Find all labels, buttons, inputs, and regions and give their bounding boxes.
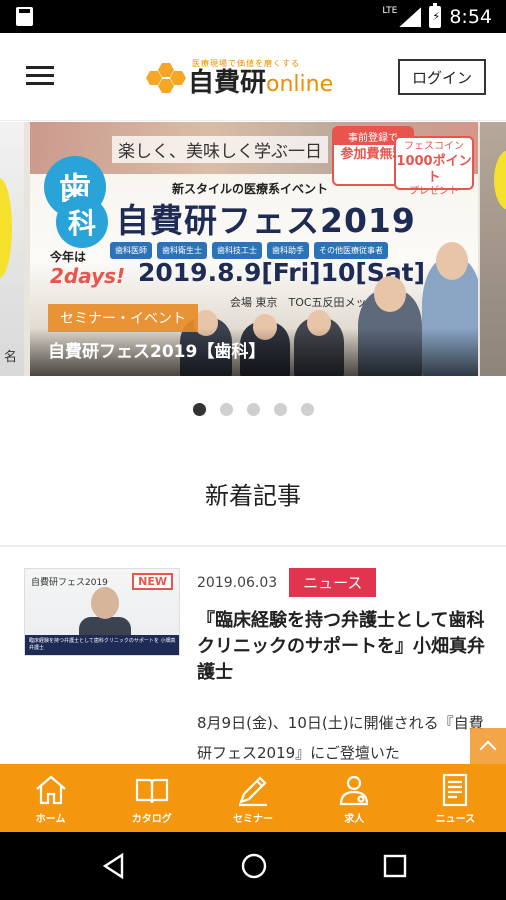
scroll-to-top-button[interactable]	[470, 728, 506, 764]
prev-slide-text: 名	[4, 350, 18, 365]
section-title-latest-articles: 新着記事	[205, 482, 301, 510]
divider	[0, 545, 506, 547]
pagination-dot[interactable]	[300, 403, 314, 416]
recent-apps-icon[interactable]	[381, 852, 409, 880]
next-slide-peek[interactable]	[480, 122, 506, 376]
home-icon	[35, 775, 66, 804]
chip: 歯科衛生士	[157, 242, 207, 259]
bottom-tab-bar: ホーム カタログ セミナー 求人 ニュース	[0, 764, 506, 832]
logo-wordmark: 自費研online	[188, 68, 334, 99]
pagination-dot[interactable]	[273, 403, 287, 416]
back-icon[interactable]	[100, 852, 128, 880]
tab-news[interactable]: ニュース	[405, 764, 506, 832]
home-circle-icon[interactable]	[240, 852, 268, 880]
pagination-dot-active[interactable]	[192, 403, 206, 416]
sd-card-icon	[16, 7, 33, 26]
new-badge: NEW	[132, 573, 173, 590]
chip: 歯科技工士	[212, 242, 262, 259]
login-button[interactable]: ログイン	[398, 59, 486, 95]
app-header: 医療現場で価値を磨くする 自費研online ログイン	[0, 33, 506, 121]
battery-icon: ⚡	[429, 3, 442, 28]
tab-catalog[interactable]: カタログ	[101, 764, 202, 832]
chip: その他医療従事者	[314, 242, 388, 259]
carousel-pagination	[0, 403, 506, 416]
article-date: 2019.06.03	[197, 574, 278, 591]
tab-seminar[interactable]: セミナー	[202, 764, 303, 832]
thumbnail-caption: 臨床経験を持つ弁護士として歯科クリニックのサポートを 小畑真弁護士	[25, 635, 179, 655]
banner-slide[interactable]: 楽しく、美味しく学ぶ一日 歯 科 事前登録で 参加費無料 フェスコイン 1000…	[30, 122, 478, 376]
banner-venue: 会場 東京 TOC五反田メッセ	[230, 296, 378, 309]
target-audience-chips: 歯科医師 歯科衛生士 歯科技工士 歯科助手 その他医療従事者	[110, 242, 388, 259]
article-list-item[interactable]: 自費研フェス2019 NEW 臨床経験を持つ弁護士として歯科クリニックのサポート…	[0, 548, 506, 764]
tab-jobs[interactable]: 求人	[304, 764, 405, 832]
article-title[interactable]: 『臨床経験を持つ弁護士として歯科クリニックのサポートを』小畑真弁護士	[197, 608, 487, 686]
article-meta: 2019.06.03 ニュース	[197, 568, 377, 597]
banner-tagline: 楽しく、美味しく学ぶ一日	[112, 136, 328, 163]
banner-fest-title: 自費研フェス2019	[116, 201, 416, 240]
promo-fes-coin: フェスコイン 1000ポイント プレゼント	[394, 136, 474, 197]
two-days-callout: 今年は 2days!	[50, 250, 126, 289]
system-nav-bar	[0, 832, 506, 900]
article-category-badge[interactable]: ニュース	[289, 568, 377, 597]
chip: 歯科助手	[267, 242, 309, 259]
article-excerpt: 8月9日(金)、10日(土)に開催される『自費研フェス2019』にご登壇いた	[197, 714, 484, 762]
document-icon	[443, 773, 468, 806]
person-icon	[340, 775, 369, 805]
tab-home[interactable]: ホーム	[0, 764, 101, 832]
banner-carousel[interactable]: 名 楽しく、美味しく学ぶ一日 歯 科 事前登録で 参加費無料 フェスコイン 10…	[0, 122, 506, 376]
prev-slide-peek[interactable]: 名	[0, 122, 24, 376]
slide-title: 自費研フェス2019【歯科】	[48, 342, 266, 362]
hamburger-menu-icon[interactable]	[26, 66, 54, 86]
network-type: LTE	[382, 6, 398, 16]
pagination-dot[interactable]	[219, 403, 233, 416]
catalog-icon	[135, 778, 168, 803]
pagination-dot[interactable]	[246, 403, 260, 416]
status-time: 8:54	[449, 6, 492, 28]
logo[interactable]: 医療現場で価値を磨くする 自費研online	[146, 53, 333, 103]
slide-category-tag: セミナー・イベント	[48, 304, 198, 332]
chevron-up-icon	[479, 740, 497, 758]
article-thumbnail[interactable]: 自費研フェス2019 NEW 臨床経験を持つ弁護士として歯科クリニックのサポート…	[24, 568, 180, 656]
signal-icon	[399, 7, 422, 27]
status-bar: LTE ⚡ 8:54	[0, 0, 506, 33]
pen-icon	[239, 775, 267, 806]
dental-badge-bottom: 科	[56, 196, 108, 248]
hexagon-logo-icon	[146, 59, 186, 97]
